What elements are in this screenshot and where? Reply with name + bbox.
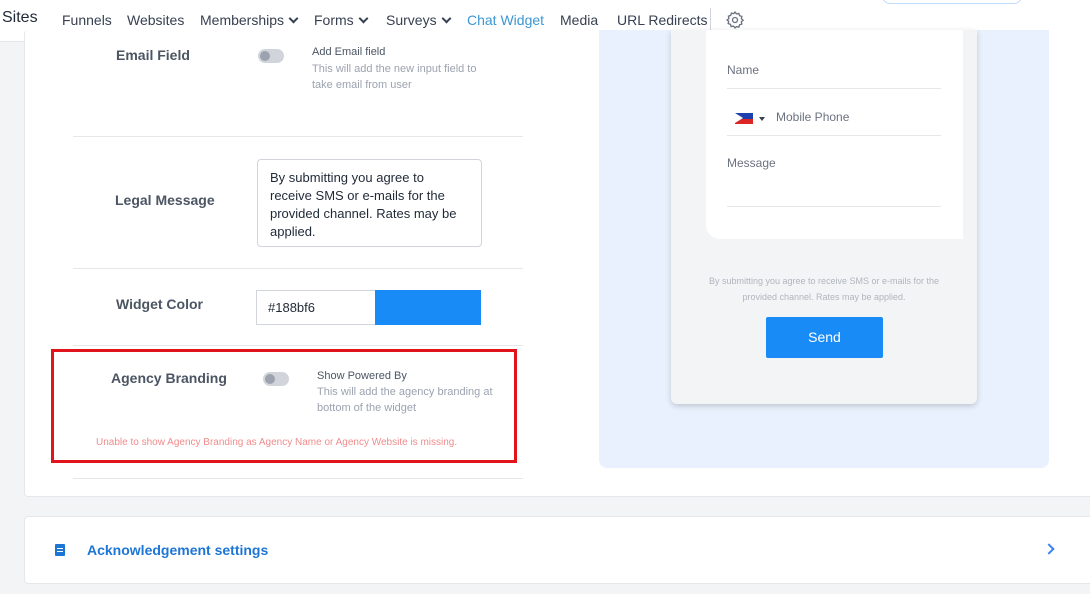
top-action-button[interactable]	[882, 0, 1022, 4]
caret-down-icon[interactable]	[759, 117, 765, 121]
nav-item-url-redirects[interactable]: URL Redirects	[617, 12, 708, 28]
preview-legal-text: By submitting you agree to receive SMS o…	[708, 276, 940, 302]
nav-item-surveys[interactable]: Surveys	[386, 12, 452, 28]
email-field-label: Email Field	[116, 47, 190, 63]
nav-item-label: Surveys	[386, 12, 437, 28]
row-divider	[73, 136, 523, 137]
nav-item-label: URL Redirects	[617, 12, 708, 28]
nav-item-chat-widget[interactable]: Chat Widget	[467, 12, 544, 28]
preview-message-field[interactable]: Message	[727, 156, 776, 170]
chevron-down-icon	[288, 13, 299, 24]
widget-color-label: Widget Color	[116, 296, 203, 312]
row-divider	[73, 268, 523, 269]
nav-divider	[710, 8, 711, 32]
chevron-down-icon	[358, 13, 369, 24]
email-field-option-desc: This will add the new input field to tak…	[312, 63, 477, 91]
philippines-flag-icon[interactable]	[735, 113, 753, 124]
legal-message-label: Legal Message	[115, 192, 215, 208]
nav-item-forms[interactable]: Forms	[314, 12, 369, 28]
receipt-icon	[55, 544, 65, 556]
email-field-toggle[interactable]	[258, 49, 284, 63]
legal-message-textarea[interactable]: By submitting you agree to receive SMS o…	[257, 159, 482, 247]
chevron-down-icon	[441, 13, 452, 24]
preview-phone-field[interactable]: Mobile Phone	[776, 110, 849, 124]
email-field-option-title: Add Email field	[312, 46, 386, 58]
widget-color-swatch[interactable]	[375, 290, 481, 325]
nav-item-media[interactable]: Media	[560, 12, 598, 28]
field-underline	[727, 135, 941, 136]
row-divider	[73, 345, 523, 346]
widget-color-input[interactable]: #188bf6	[256, 290, 375, 325]
nav-item-websites[interactable]: Websites	[127, 12, 184, 28]
send-button[interactable]: Send	[766, 317, 883, 358]
nav-item-memberships[interactable]: Memberships	[200, 12, 299, 28]
nav-item-label: Memberships	[200, 12, 285, 28]
nav-item-label: Forms	[314, 12, 354, 28]
field-underline	[727, 88, 941, 89]
preview-name-field[interactable]: Name	[727, 63, 759, 77]
acknowledgement-settings-title[interactable]: Acknowledgement settings	[87, 542, 268, 558]
gear-icon[interactable]	[725, 10, 745, 30]
nav-item-label: Funnels	[62, 12, 112, 28]
app-brand: Sites	[2, 9, 38, 26]
highlight-box	[51, 349, 517, 463]
nav-item-funnels[interactable]: Funnels	[62, 12, 112, 28]
row-divider	[73, 478, 523, 479]
nav-item-label: Media	[560, 12, 599, 28]
nav-item-label: Websites	[127, 12, 185, 28]
field-underline	[727, 206, 941, 207]
nav-item-label: Chat Widget	[467, 12, 545, 28]
